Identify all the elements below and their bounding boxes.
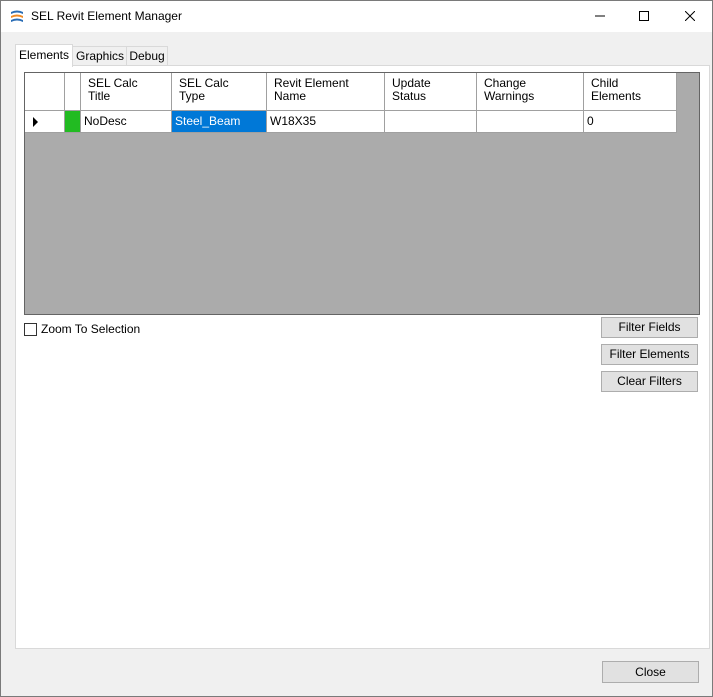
- zoom-to-selection-label: Zoom To Selection: [41, 322, 141, 336]
- maximize-button[interactable]: [621, 1, 667, 31]
- tab-debug[interactable]: Debug: [126, 46, 168, 66]
- tab-graphics[interactable]: Graphics: [72, 46, 128, 66]
- close-button[interactable]: Close: [602, 661, 699, 683]
- close-icon: [685, 11, 695, 21]
- column-header-calc-type[interactable]: SEL Calc Type: [172, 73, 267, 111]
- filter-elements-button[interactable]: Filter Elements: [601, 344, 698, 365]
- zoom-to-selection-option[interactable]: Zoom To Selection: [24, 322, 140, 336]
- cell-calc-title[interactable]: NoDesc: [81, 111, 172, 133]
- elements-grid[interactable]: SEL Calc Title SEL Calc Type Revit Eleme…: [24, 72, 700, 315]
- minimize-button[interactable]: [577, 1, 623, 31]
- window-title: SEL Revit Element Manager: [31, 9, 182, 23]
- column-header-change-warnings[interactable]: Change Warnings: [477, 73, 584, 111]
- filter-fields-button[interactable]: Filter Fields: [601, 317, 698, 338]
- current-row-arrow-icon: [33, 117, 38, 127]
- status-color-cell: [65, 111, 81, 133]
- tab-elements[interactable]: Elements: [15, 44, 73, 67]
- table-row[interactable]: NoDesc Steel_Beam W18X35 0: [25, 111, 677, 133]
- grid-header: SEL Calc Title SEL Calc Type Revit Eleme…: [25, 73, 677, 111]
- cell-change-warnings[interactable]: [477, 111, 584, 133]
- column-header-calc-title[interactable]: SEL Calc Title: [81, 73, 172, 111]
- column-header-update-status[interactable]: Update Status: [385, 73, 477, 111]
- cell-calc-type[interactable]: Steel_Beam: [172, 111, 267, 133]
- status-color-header: [65, 73, 81, 111]
- cell-update-status[interactable]: [385, 111, 477, 133]
- row-header-corner: [25, 73, 65, 111]
- minimize-icon: [595, 15, 605, 17]
- clear-filters-button[interactable]: Clear Filters: [601, 371, 698, 392]
- row-header[interactable]: [25, 111, 65, 133]
- app-logo-icon: [11, 10, 23, 22]
- maximize-icon: [639, 11, 649, 21]
- column-header-child-elements[interactable]: Child Elements: [584, 73, 677, 111]
- close-window-button[interactable]: [667, 1, 713, 31]
- column-header-revit-name[interactable]: Revit Element Name: [267, 73, 385, 111]
- cell-revit-name[interactable]: W18X35: [267, 111, 385, 133]
- zoom-to-selection-checkbox[interactable]: [24, 322, 37, 336]
- title-bar[interactable]: SEL Revit Element Manager: [1, 1, 712, 32]
- cell-child-elements[interactable]: 0: [584, 111, 677, 133]
- main-window: SEL Revit Element Manager Elements Graph…: [0, 0, 713, 697]
